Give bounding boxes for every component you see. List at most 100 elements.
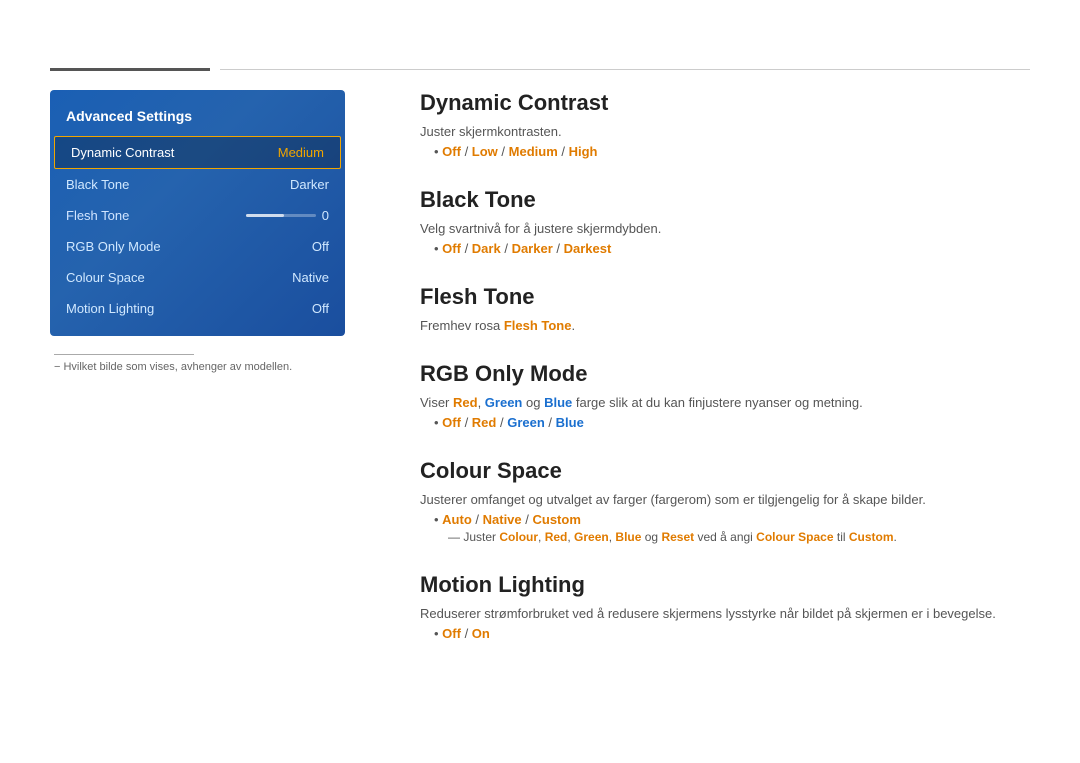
motion-lighting-options: Off / On (420, 626, 1030, 641)
section-motion-lighting: Motion Lighting Reduserer strømforbruket… (420, 572, 1030, 641)
menu-item-label: RGB Only Mode (66, 239, 161, 254)
sep: / (461, 241, 472, 256)
rgb-only-mode-desc: Viser Red, Green og Blue farge slik at d… (420, 395, 1030, 410)
dynamic-contrast-options: Off / Low / Medium / High (420, 144, 1030, 159)
option-low: Low (472, 144, 498, 159)
colour-note-custom: Custom (849, 530, 894, 544)
colour-note-blue: Blue (615, 530, 641, 544)
menu-item-value: Off (312, 239, 329, 254)
menu-item-value: Off (312, 301, 329, 316)
menu-item-value: Darker (290, 177, 329, 192)
footnote-area: − Hvilket bilde som vises, avhenger av m… (50, 354, 345, 373)
rgb-blue: Blue (544, 395, 572, 410)
section-rgb-only-mode: RGB Only Mode Viser Red, Green og Blue f… (420, 361, 1030, 430)
sep: / (461, 144, 472, 159)
sep: / (472, 512, 483, 527)
flesh-tone-title: Flesh Tone (420, 284, 1030, 310)
rgb-red: Red (453, 395, 478, 410)
flesh-tone-slider-track[interactable] (246, 214, 316, 217)
flesh-tone-desc: Fremhev rosa Flesh Tone. (420, 318, 1030, 333)
menu-item-rgb-only-mode[interactable]: RGB Only Mode Off (50, 231, 345, 262)
option-off: Off (442, 415, 461, 430)
menu-item-label: Colour Space (66, 270, 145, 285)
dynamic-contrast-title: Dynamic Contrast (420, 90, 1030, 116)
option-blue: Blue (556, 415, 584, 430)
motion-lighting-desc: Reduserer strømforbruket ved å redusere … (420, 606, 1030, 621)
motion-lighting-title: Motion Lighting (420, 572, 1030, 598)
sep: / (501, 241, 512, 256)
black-tone-options-list: Off / Dark / Darker / Darkest (434, 241, 1030, 256)
dynamic-contrast-options-list: Off / Low / Medium / High (434, 144, 1030, 159)
menu-item-value: Medium (278, 145, 324, 160)
black-tone-title: Black Tone (420, 187, 1030, 213)
menu-item-label: Dynamic Contrast (71, 145, 174, 160)
option-medium: Medium (509, 144, 558, 159)
colour-space-desc: Justerer omfanget og utvalget av farger … (420, 492, 1030, 507)
top-line-dark (50, 68, 210, 71)
menu-item-flesh-tone[interactable]: Flesh Tone 0 (50, 200, 345, 231)
menu-item-dynamic-contrast[interactable]: Dynamic Contrast Medium (54, 136, 341, 169)
black-tone-desc: Velg svartnivå for å justere skjermdybde… (420, 221, 1030, 236)
footnote-divider (54, 354, 194, 355)
colour-note-red: Red (545, 530, 568, 544)
sep: / (461, 415, 472, 430)
option-auto: Auto (442, 512, 472, 527)
menu-title: Advanced Settings (50, 102, 345, 136)
flesh-tone-value: 0 (322, 208, 329, 223)
black-tone-options: Off / Dark / Darker / Darkest (420, 241, 1030, 256)
colour-space-options-list: Auto / Native / Custom (434, 512, 1030, 527)
menu-item-label: Motion Lighting (66, 301, 154, 316)
footnote-text: − Hvilket bilde som vises, avhenger av m… (54, 361, 345, 373)
motion-lighting-options-list: Off / On (434, 626, 1030, 641)
rgb-green: Green (485, 395, 523, 410)
option-off: Off (442, 241, 461, 256)
section-dynamic-contrast: Dynamic Contrast Juster skjermkontrasten… (420, 90, 1030, 159)
option-darker: Darker (512, 241, 553, 256)
sep: / (558, 144, 569, 159)
sep: / (498, 144, 509, 159)
section-flesh-tone: Flesh Tone Fremhev rosa Flesh Tone. (420, 284, 1030, 333)
option-off: Off (442, 626, 461, 641)
sep: / (496, 415, 507, 430)
flesh-tone-slider-fill (246, 214, 285, 217)
rgb-only-mode-title: RGB Only Mode (420, 361, 1030, 387)
top-line-light (220, 69, 1030, 70)
menu-item-black-tone[interactable]: Black Tone Darker (50, 169, 345, 200)
menu-box: Advanced Settings Dynamic Contrast Mediu… (50, 90, 345, 336)
top-decorative-lines (50, 68, 1030, 71)
option-on: On (472, 626, 490, 641)
option-green: Green (507, 415, 545, 430)
sep: / (553, 241, 564, 256)
option-native: Native (483, 512, 522, 527)
sep: / (461, 626, 472, 641)
option-red: Red (472, 415, 497, 430)
rgb-only-mode-options-list: Off / Red / Green / Blue (434, 415, 1030, 430)
section-colour-space: Colour Space Justerer omfanget og utvalg… (420, 458, 1030, 544)
option-custom: Custom (533, 512, 581, 527)
menu-item-label: Black Tone (66, 177, 129, 192)
option-off: Off (442, 144, 461, 159)
rgb-only-mode-options: Off / Red / Green / Blue (420, 415, 1030, 430)
dynamic-contrast-desc: Juster skjermkontrasten. (420, 124, 1030, 139)
flesh-tone-slider-group: 0 (246, 208, 329, 223)
sep: / (522, 512, 533, 527)
menu-item-value: Native (292, 270, 329, 285)
flesh-tone-label: Flesh Tone (66, 208, 129, 223)
flesh-tone-highlight: Flesh Tone (504, 318, 572, 333)
colour-note-reset: Reset (661, 530, 694, 544)
menu-item-motion-lighting[interactable]: Motion Lighting Off (50, 293, 345, 324)
colour-note-green: Green (574, 530, 609, 544)
left-panel: Advanced Settings Dynamic Contrast Mediu… (50, 90, 345, 373)
colour-note-colour: Colour (499, 530, 538, 544)
colour-space-options: Auto / Native / Custom (420, 512, 1030, 527)
option-dark: Dark (472, 241, 501, 256)
option-high: High (569, 144, 598, 159)
colour-space-title: Colour Space (420, 458, 1030, 484)
right-content: Dynamic Contrast Juster skjermkontrasten… (420, 90, 1030, 669)
sep: / (545, 415, 556, 430)
colour-space-sub-note: Juster Colour, Red, Green, Blue og Reset… (420, 530, 1030, 544)
menu-item-colour-space[interactable]: Colour Space Native (50, 262, 345, 293)
colour-note-colour-space: Colour Space (756, 530, 833, 544)
option-darkest: Darkest (564, 241, 612, 256)
section-black-tone: Black Tone Velg svartnivå for å justere … (420, 187, 1030, 256)
